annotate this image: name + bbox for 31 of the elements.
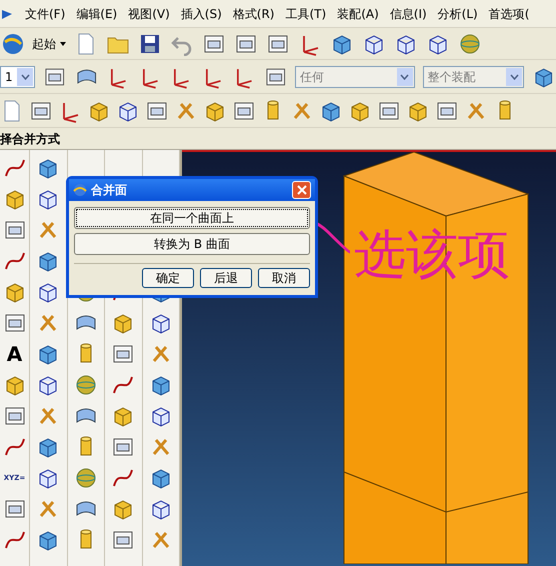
menu-item[interactable]: 工具(T) [285,4,326,22]
dialog-title: 合并面 [91,182,128,199]
caret-icon [60,42,66,46]
start-button[interactable]: 起始 [32,34,66,52]
option-button[interactable]: 在同一个曲面上 [74,207,310,229]
globe-icon [2,32,24,54]
sphere-icon[interactable] [458,32,482,56]
menu-item[interactable]: 装配(A) [337,4,379,22]
menu-item[interactable]: 格式(R) [232,4,274,22]
caret-icon [17,68,34,86]
menu-item[interactable]: 编辑(E) [76,4,118,22]
prompt-text: 择合并方式 [0,130,60,148]
caret-icon [396,68,413,86]
dialog-button[interactable]: 后退 [200,268,252,288]
menu-item[interactable]: 分析(L) [438,4,478,22]
sphere-icon[interactable] [74,466,98,490]
close-button[interactable] [292,181,311,199]
text-tool[interactable]: A [6,342,22,366]
menu-item[interactable]: 首选项( [488,4,530,22]
caret-icon [506,68,522,86]
option-button[interactable]: 转换为 B 曲面 [74,233,310,255]
sphere-icon[interactable] [74,373,98,397]
dialog-button[interactable]: 确定 [142,268,194,288]
menu-item[interactable]: 文件(F) [25,4,66,22]
close-icon [296,185,306,195]
menu-item[interactable]: 信息(I) [390,4,427,22]
dropdown-field[interactable]: 1 [0,66,36,88]
dialog-button[interactable]: 取消 [258,268,310,288]
app-icon [73,183,87,197]
menu-item[interactable]: 插入(S) [180,4,222,22]
menu-item[interactable]: 视图(V) [128,4,170,22]
